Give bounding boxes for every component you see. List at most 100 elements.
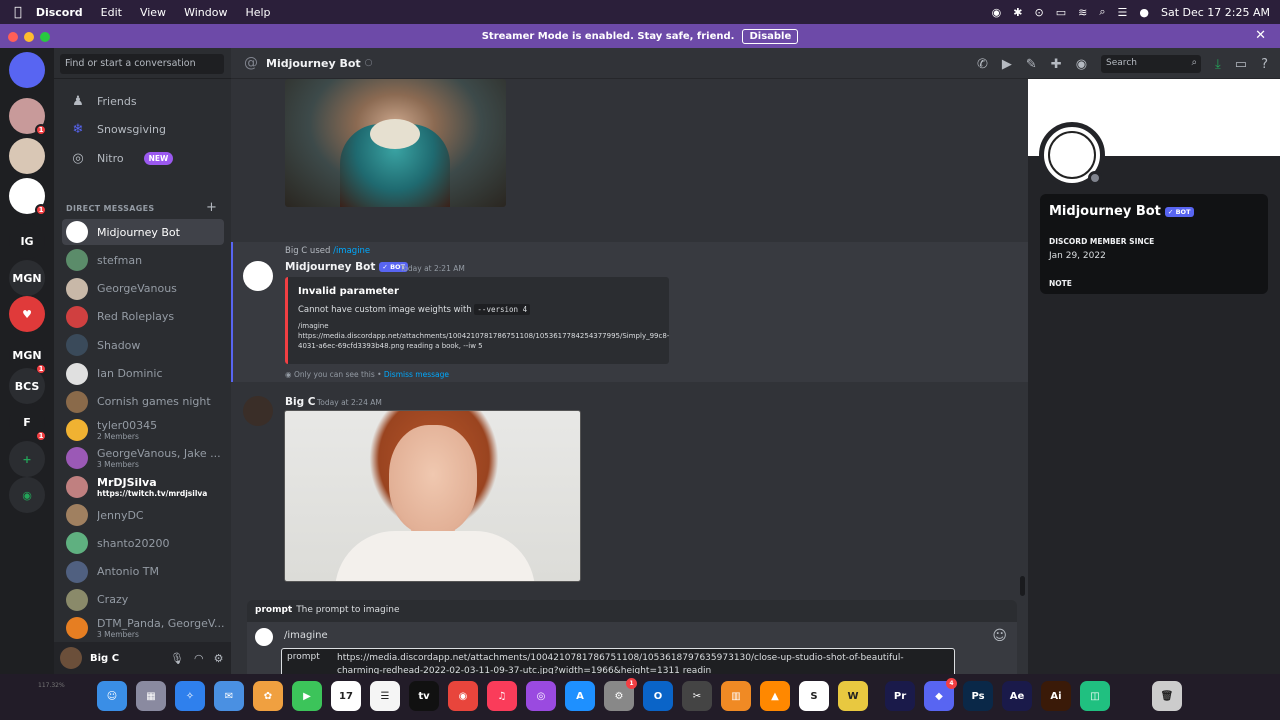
server-icon[interactable]: ♥: [9, 296, 45, 332]
server-icon[interactable]: [9, 52, 45, 88]
control-center-icon[interactable]: ☰: [1117, 6, 1127, 19]
podcasts-app-icon[interactable]: ◎: [526, 681, 556, 711]
dm-item[interactable]: JennyDC: [62, 502, 224, 528]
dm-item[interactable]: shanto20200: [62, 530, 224, 556]
apple-icon[interactable]: : [14, 5, 22, 20]
search-input[interactable]: Search ⌕: [1101, 55, 1202, 73]
vlc-app-icon[interactable]: ▲: [760, 681, 790, 711]
dismiss-message-link[interactable]: Dismiss message: [384, 370, 449, 379]
app-s-app-icon[interactable]: S: [799, 681, 829, 711]
dm-item[interactable]: Red Roleplays: [62, 304, 224, 330]
user-avatar-msg[interactable]: [243, 396, 273, 426]
controller-app-icon[interactable]: ◫: [1080, 681, 1110, 711]
dm-item[interactable]: Ian Dominic: [62, 361, 224, 387]
server-icon[interactable]: [9, 138, 45, 174]
illustrator-app-icon[interactable]: Ai: [1041, 681, 1071, 711]
emoji-icon[interactable]: ☺: [992, 628, 1007, 644]
user-avatar[interactable]: [60, 647, 82, 669]
close-icon[interactable]: ✕: [1255, 28, 1266, 43]
minimize-window-button[interactable]: [24, 32, 34, 42]
disable-streamer-button[interactable]: Disable: [742, 28, 799, 44]
word-app-icon[interactable]: W: [838, 681, 868, 711]
uploaded-image-redhead[interactable]: [284, 410, 581, 582]
spotlight-icon[interactable]: ⌕: [1099, 5, 1105, 19]
create-dm-plus-icon[interactable]: +: [206, 200, 217, 215]
dm-item[interactable]: MrDJSilva https://twitch.tv/mrdjsilva: [62, 474, 224, 500]
stream-icon[interactable]: ◉: [992, 6, 1002, 19]
tv-app-icon[interactable]: tv: [409, 681, 439, 711]
server-icon[interactable]: IG: [9, 223, 45, 259]
headphones-icon[interactable]: ◠: [194, 652, 204, 665]
nav-nitro[interactable]: ◎ Nitro NEW: [62, 145, 224, 171]
menu-view[interactable]: View: [140, 6, 166, 19]
scrollbar[interactable]: [1020, 576, 1025, 596]
launchpad-app-icon[interactable]: ▦: [136, 681, 166, 711]
photoshop-app-icon[interactable]: Ps: [963, 681, 993, 711]
trash-app-icon[interactable]: 🗑: [1152, 681, 1182, 711]
calendar-app-icon[interactable]: 17: [331, 681, 361, 711]
bluetooth-icon[interactable]: ✱: [1013, 6, 1022, 19]
server-icon[interactable]: ◉: [9, 477, 45, 513]
download-icon[interactable]: ⤓: [1215, 57, 1221, 72]
server-icon[interactable]: +: [9, 441, 45, 477]
dm-item[interactable]: tyler00345 2 Members: [62, 417, 224, 443]
dm-item[interactable]: Crazy: [62, 587, 224, 613]
find-conversation-input[interactable]: Find or start a conversation: [60, 54, 224, 74]
photos-app-icon[interactable]: ✿: [253, 681, 283, 711]
server-icon[interactable]: 1: [9, 178, 47, 216]
reminders-app-icon[interactable]: ☰: [370, 681, 400, 711]
profile-avatar[interactable]: [1039, 122, 1105, 188]
inbox-icon[interactable]: ▭: [1235, 57, 1247, 72]
finder-app-icon[interactable]: ☺: [97, 681, 127, 711]
bot-avatar[interactable]: [243, 261, 273, 291]
dm-item[interactable]: Midjourney Bot: [62, 219, 224, 245]
video-icon[interactable]: ▶: [1002, 57, 1012, 72]
menu-edit[interactable]: Edit: [101, 6, 122, 19]
dm-item[interactable]: DTM_Panda, GeorgeV... 3 Members: [62, 615, 224, 641]
chrome-app-icon[interactable]: ◉: [448, 681, 478, 711]
battery-icon[interactable]: ▭: [1056, 6, 1066, 19]
dm-item[interactable]: Shadow: [62, 332, 224, 358]
finalcut-app-icon[interactable]: ✂: [682, 681, 712, 711]
reply-command[interactable]: /imagine: [333, 246, 370, 256]
outlook-app-icon[interactable]: O: [643, 681, 673, 711]
user-name[interactable]: Big C: [90, 653, 160, 664]
dm-item[interactable]: Antonio TM: [62, 559, 224, 585]
music-app-icon[interactable]: ♫: [487, 681, 517, 711]
pin-icon[interactable]: ✎: [1026, 57, 1037, 72]
close-window-button[interactable]: [8, 32, 18, 42]
aftereffects-app-icon[interactable]: Ae: [1002, 681, 1032, 711]
menu-app-discord[interactable]: Discord: [36, 6, 83, 19]
dm-item[interactable]: GeorgeVanous: [62, 276, 224, 302]
dm-item[interactable]: stefman: [62, 247, 224, 273]
slash-command[interactable]: /imagine: [284, 630, 328, 641]
wifi-icon[interactable]: ≋: [1078, 6, 1087, 19]
bot-username[interactable]: Midjourney Bot ✓ BOT: [285, 261, 408, 273]
nav-snowsgiving[interactable]: ❄ Snowsgiving: [62, 116, 224, 142]
embed-url[interactable]: https://media.discordapp.net/attachments…: [298, 331, 669, 351]
call-icon[interactable]: ✆: [977, 57, 988, 72]
menu-help[interactable]: Help: [245, 6, 270, 19]
menu-window[interactable]: Window: [184, 6, 227, 19]
dm-item[interactable]: Cornish games night: [62, 389, 224, 415]
settings-app-icon[interactable]: ⚙ 1: [604, 678, 637, 711]
server-icon[interactable]: BCS: [9, 368, 45, 404]
server-icon[interactable]: 1: [9, 98, 47, 136]
help-icon[interactable]: ?: [1261, 57, 1268, 72]
profile-icon[interactable]: ◉: [1076, 57, 1087, 72]
books-app-icon[interactable]: ▥: [721, 681, 751, 711]
siri-icon[interactable]: ●: [1139, 6, 1149, 19]
reply-reference[interactable]: Big C used /imagine: [285, 246, 370, 256]
safari-app-icon[interactable]: ✧: [175, 681, 205, 711]
screen-icon[interactable]: ⊙: [1034, 6, 1043, 19]
appstore-app-icon[interactable]: A: [565, 681, 595, 711]
dm-item[interactable]: GeorgeVanous, Jake ... 3 Members: [62, 445, 224, 471]
server-icon[interactable]: F1: [9, 404, 47, 442]
clock[interactable]: Sat Dec 17 2:25 AM: [1161, 6, 1270, 19]
server-icon[interactable]: MGN: [9, 260, 45, 296]
microphone-icon[interactable]: 🎙: [170, 652, 184, 665]
gear-icon[interactable]: ⚙: [214, 652, 224, 665]
nav-friends[interactable]: ♟ Friends: [62, 88, 224, 114]
premiere-app-icon[interactable]: Pr: [885, 681, 915, 711]
generated-image-doll[interactable]: [285, 79, 506, 207]
